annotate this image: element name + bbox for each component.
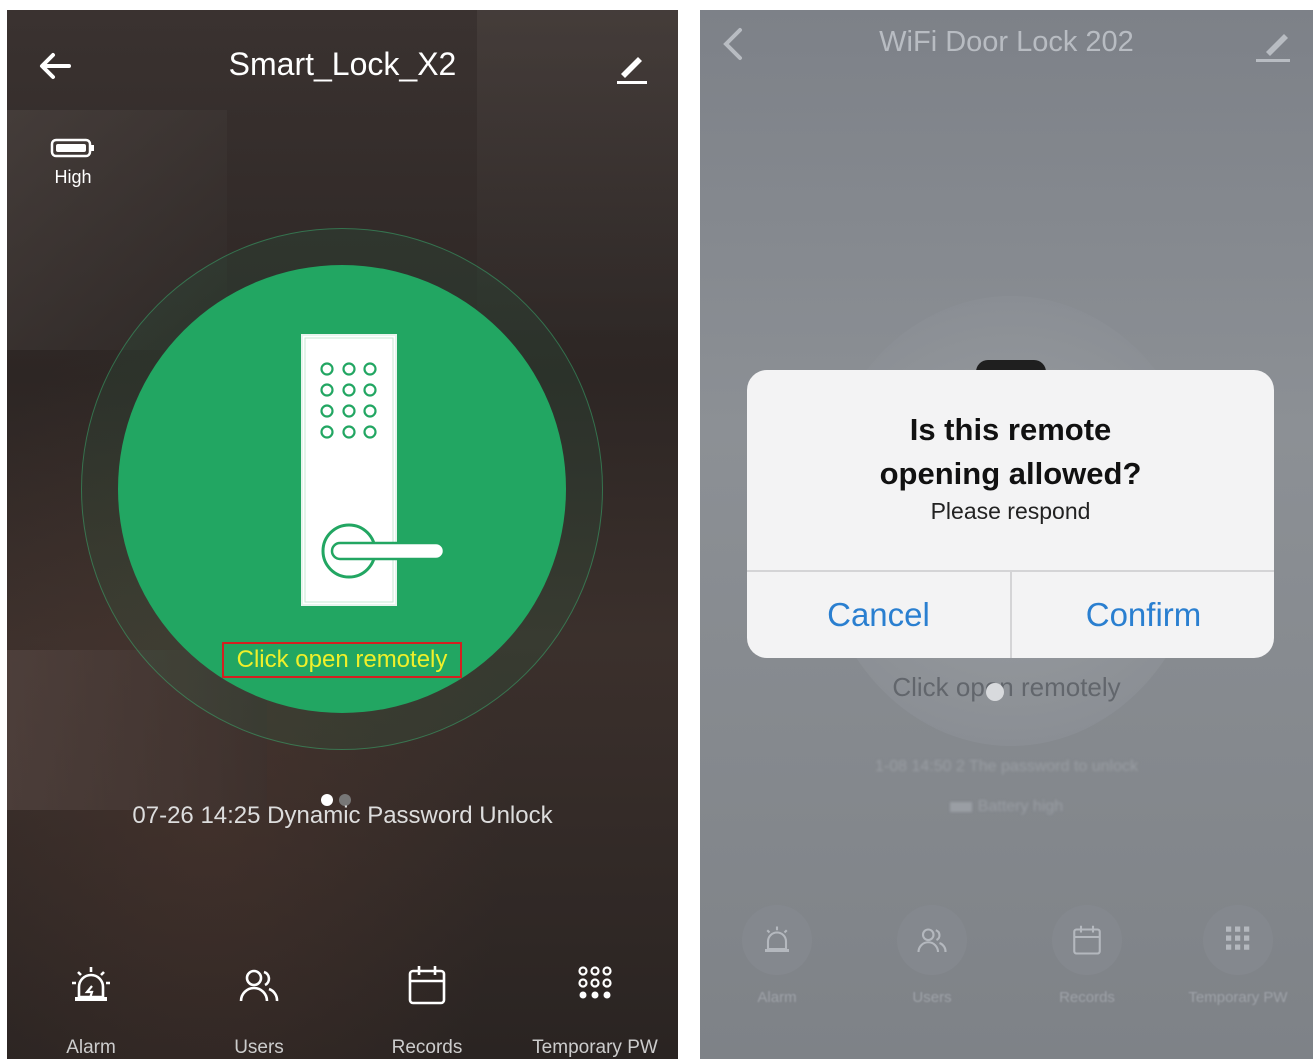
battery-status: High	[45, 138, 101, 188]
dialog-title-line-1: Is this remote	[909, 412, 1112, 447]
nav-alarm-label: Alarm	[757, 989, 797, 1006]
battery-level-label: Battery high	[977, 798, 1064, 815]
edit-pencil-icon[interactable]	[1252, 22, 1296, 66]
nav-temporary-pw-label: Temporary PW	[532, 1037, 658, 1058]
last-unlock-record: 07-26 14:25 Dynamic Password Unlock	[132, 802, 553, 829]
battery-status: Battery high	[700, 798, 1313, 816]
click-open-remotely-button[interactable]: Click open remotely	[700, 672, 1313, 703]
users-icon	[917, 928, 947, 953]
nav-icon-background	[742, 905, 812, 975]
battery-icon	[50, 138, 94, 158]
cancel-button[interactable]: Cancel	[747, 572, 1010, 658]
nav-alarm-label: Alarm	[66, 1037, 116, 1058]
nav-icon-background	[897, 905, 967, 975]
dialog-title: Is this remote opening allowed?	[747, 408, 1274, 496]
nav-records-label: Records	[391, 1037, 463, 1058]
remote-open-confirm-dialog: Is this remote opening allowed? Please r…	[747, 370, 1274, 658]
nav-users-label: Users	[234, 1037, 284, 1058]
page-title: Smart_Lock_X2	[228, 46, 457, 82]
left-app-screen: Smart_Lock_X2 High Click open remotely 0…	[7, 10, 678, 1059]
dialog-title-line-2: opening allowed?	[879, 456, 1142, 491]
nav-users[interactable]: Users	[175, 955, 343, 1059]
page-title: WiFi Door Lock 202	[879, 26, 1134, 58]
page-dot-active	[986, 683, 1004, 701]
nav-users-label: Users	[912, 989, 952, 1006]
edit-pencil-icon[interactable]	[611, 46, 651, 86]
alarm-icon	[72, 967, 110, 1001]
keypad-icon	[1226, 926, 1250, 950]
users-icon	[239, 969, 279, 1002]
battery-level-label: High	[54, 167, 92, 187]
bottom-nav: Alarm Users Records Temporary PW	[700, 905, 1313, 1035]
keypad-icon	[578, 966, 612, 999]
alarm-icon	[765, 926, 789, 952]
bottom-nav: Alarm Users Records Temporary PW	[7, 955, 678, 1059]
last-unlock-record: 1-08 14:50 2 The password to unlock	[875, 758, 1138, 775]
confirm-button[interactable]: Confirm	[1012, 572, 1274, 658]
dialog-subtitle: Please respond	[930, 498, 1091, 524]
calendar-icon	[408, 966, 446, 1005]
calendar-icon	[1073, 925, 1101, 955]
nav-temporary-pw-label: Temporary PW	[1188, 989, 1288, 1006]
nav-records-label: Records	[1059, 989, 1115, 1006]
right-app-screen: WiFi Door Lock 202 Click open remotely 1…	[700, 10, 1313, 1059]
nav-temporary-pw[interactable]: Temporary PW	[511, 955, 678, 1059]
battery-icon	[949, 801, 972, 812]
nav-temporary-pw[interactable]: Temporary PW	[1163, 905, 1313, 1006]
nav-users[interactable]: Users	[857, 905, 1007, 1006]
nav-icon-background	[1203, 905, 1273, 975]
nav-alarm[interactable]: Alarm	[7, 955, 175, 1059]
nav-alarm[interactable]: Alarm	[702, 905, 852, 1006]
nav-icon-background	[1052, 905, 1122, 975]
nav-records[interactable]: Records	[343, 955, 511, 1059]
nav-records[interactable]: Records	[1012, 905, 1162, 1006]
click-open-remotely-button[interactable]: Click open remotely	[222, 642, 462, 678]
